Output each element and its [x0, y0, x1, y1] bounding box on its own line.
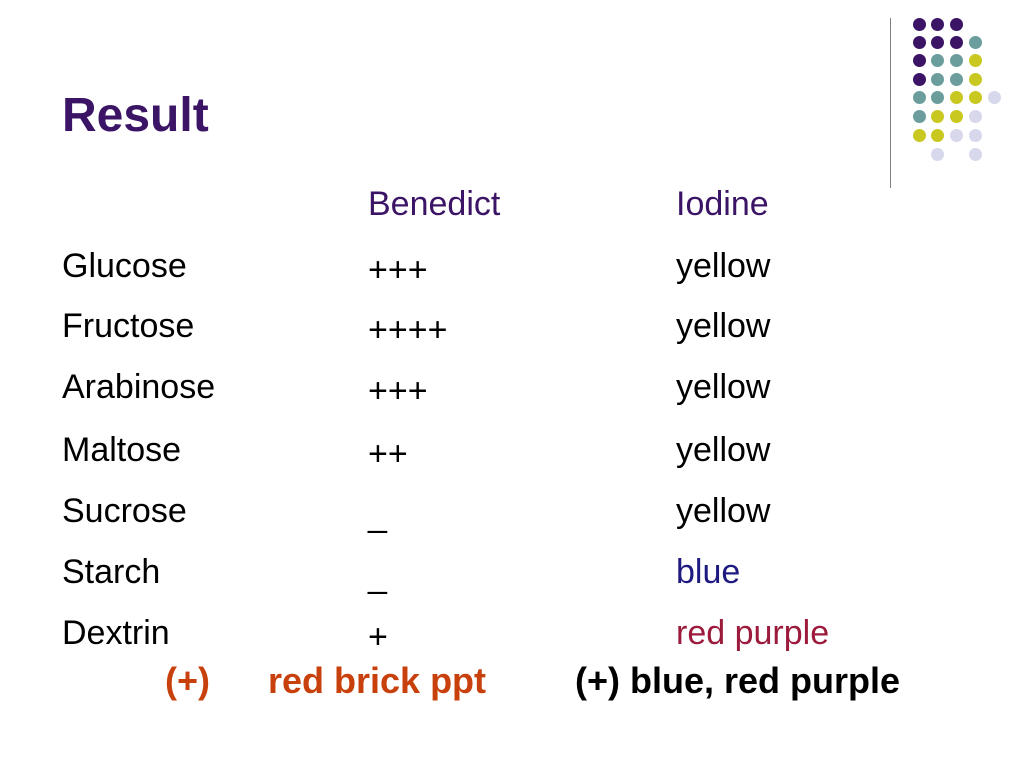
header-benedict: Benedict: [368, 185, 501, 223]
row-benedict: _: [368, 496, 387, 534]
row-sugar: Sucrose: [62, 492, 187, 530]
row-benedict: +++: [368, 372, 428, 410]
header-iodine: Iodine: [676, 185, 769, 223]
slide-title: Result: [62, 89, 209, 142]
divider-line: [890, 18, 891, 188]
decor-dot: [950, 54, 963, 67]
row-iodine: blue: [676, 553, 741, 591]
row-benedict: _: [368, 557, 387, 595]
legend-iodine-meaning: (+) blue, red purple: [575, 660, 901, 701]
row-sugar: Dextrin: [62, 614, 170, 652]
decor-dot: [931, 129, 944, 142]
row-benedict: +: [368, 618, 388, 656]
decor-dot: [969, 54, 982, 67]
decor-dot: [913, 91, 926, 104]
decor-dot: [931, 110, 944, 123]
row-iodine: yellow: [676, 431, 771, 469]
decor-dot: [931, 54, 944, 67]
decor-dot: [950, 129, 963, 142]
decor-dot: [969, 129, 982, 142]
legend-benedict-sign: (+): [165, 660, 210, 701]
decor-dot: [913, 129, 926, 142]
row-sugar: Arabinose: [62, 368, 216, 406]
row-sugar: Maltose: [62, 431, 182, 469]
row-benedict: ++++: [368, 311, 448, 349]
decor-dot: [913, 18, 926, 31]
decor-dot: [931, 36, 944, 49]
decor-dot: [950, 91, 963, 104]
row-iodine: yellow: [676, 307, 771, 345]
row-benedict: +++: [368, 251, 428, 289]
row-iodine: yellow: [676, 247, 771, 285]
row-sugar: Starch: [62, 553, 161, 591]
row-sugar: Glucose: [62, 247, 187, 285]
decor-dot: [969, 73, 982, 86]
decor-dot: [931, 148, 944, 161]
row-iodine: yellow: [676, 492, 771, 530]
decor-dot: [969, 36, 982, 49]
decor-dot: [988, 91, 1001, 104]
legend-benedict-meaning: red brick ppt: [268, 660, 487, 701]
decor-dot: [969, 110, 982, 123]
row-iodine: yellow: [676, 368, 771, 406]
decor-dot: [950, 18, 963, 31]
row-benedict: ++: [368, 435, 408, 473]
decor-dot: [950, 36, 963, 49]
decor-dot: [913, 73, 926, 86]
decor-dot: [969, 91, 982, 104]
decor-dot: [913, 54, 926, 67]
decor-dot: [931, 73, 944, 86]
decor-dot: [950, 73, 963, 86]
decor-dot: [913, 110, 926, 123]
decor-dot: [931, 18, 944, 31]
decor-dot: [969, 148, 982, 161]
decor-dot: [950, 110, 963, 123]
decor-dot: [931, 91, 944, 104]
decor-dot: [913, 36, 926, 49]
row-sugar: Fructose: [62, 307, 195, 345]
row-iodine: red purple: [676, 614, 830, 652]
